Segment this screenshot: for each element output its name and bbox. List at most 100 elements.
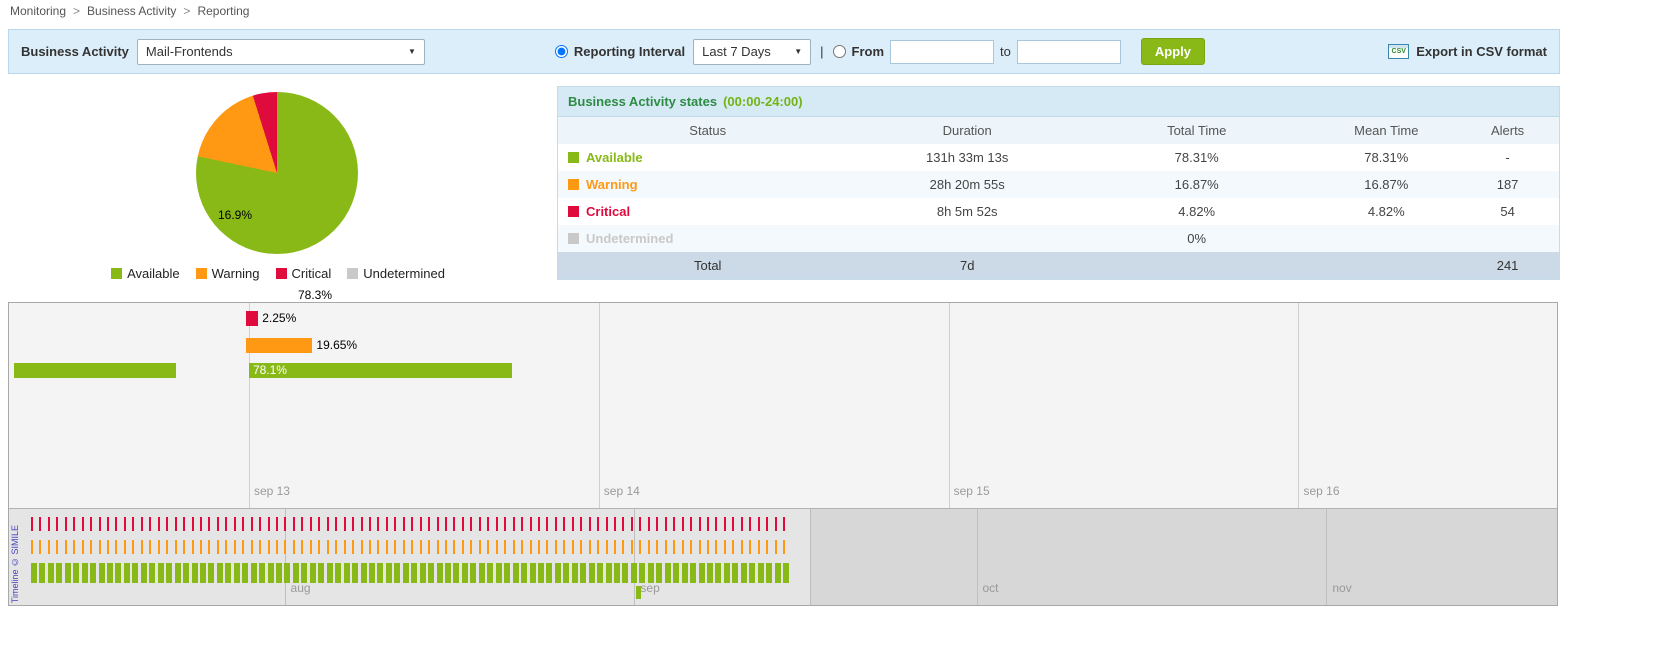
timeline-event-tick-critical [411, 517, 413, 531]
timeline-event-tick-available [166, 563, 172, 583]
custom-range-radio[interactable] [833, 45, 846, 58]
pie-legend: AvailableWarningCriticalUndetermined [8, 266, 548, 281]
timeline-event-tick-warning [513, 540, 515, 554]
apply-button[interactable]: Apply [1141, 38, 1205, 65]
timeline-event-tick-warning [65, 540, 67, 554]
reporting-interval-label: Reporting Interval [574, 44, 685, 59]
timeline-event-tick-warning [318, 540, 320, 554]
col-alerts: Alerts [1456, 117, 1559, 144]
timeline-event-tick-warning [715, 540, 717, 554]
timeline-event-tick-warning [496, 540, 498, 554]
legend-swatch-undetermined [347, 268, 358, 279]
timeline-overview-gridline [1326, 509, 1327, 605]
timeline-month-label: aug [291, 581, 311, 595]
timeline-month-label: oct [983, 581, 999, 595]
timeline-bar-available[interactable] [14, 363, 177, 378]
availability-pie-chart [196, 92, 358, 254]
total-duration: 7d [857, 252, 1077, 279]
breadcrumb-item-business-activity[interactable]: Business Activity [87, 4, 176, 18]
timeline-event-tick-critical [48, 517, 50, 531]
mean-time-cell [1316, 225, 1456, 252]
reporting-interval-radio[interactable] [555, 45, 568, 58]
timeline-event-tick-available [386, 563, 392, 583]
timeline-event-tick-available [318, 563, 324, 583]
timeline-event-tick-available [732, 563, 738, 583]
breadcrumb-item-reporting[interactable]: Reporting [197, 4, 249, 18]
timeline-event-tick-critical [217, 517, 219, 531]
reporting-interval-select[interactable]: Last 7 Days ▼ [693, 39, 811, 65]
status-name: Critical [586, 204, 630, 219]
timeline-event-tick-critical [149, 517, 151, 531]
timeline-event-tick-available [749, 563, 755, 583]
timeline-event-tick-available [301, 563, 307, 583]
timeline-event-tick-available [217, 563, 223, 583]
timeline-event-tick-critical [242, 517, 244, 531]
timeline-event-tick-warning [530, 540, 532, 554]
status-swatch-warning [568, 179, 579, 190]
timeline-event-tick-warning [259, 540, 261, 554]
mean-time-cell: 78.31% [1316, 144, 1456, 171]
timeline-event-tick-critical [259, 517, 261, 531]
timeline-event-tick-warning [563, 540, 565, 554]
timeline-event-tick-critical [73, 517, 75, 531]
breadcrumb-item-monitoring[interactable]: Monitoring [10, 4, 66, 18]
timeline-event-tick-critical [453, 517, 455, 531]
to-date-input[interactable] [1017, 40, 1121, 64]
timeline-event-tick-critical [158, 517, 160, 531]
timeline-event-tick-available [636, 586, 641, 599]
duration-cell: 28h 20m 55s [857, 171, 1077, 198]
timeline-event-tick-warning [48, 540, 50, 554]
timeline-event-tick-available [775, 563, 781, 583]
timeline-bar-label-available: 78.1% [253, 363, 287, 378]
timeline-event-tick-critical [344, 517, 346, 531]
export-csv-link[interactable]: CSV Export in CSV format [1388, 44, 1547, 59]
timeline-event-tick-warning [521, 540, 523, 554]
timeline-event-tick-warning [234, 540, 236, 554]
from-date-input[interactable] [890, 40, 994, 64]
timeline-event-tick-critical [394, 517, 396, 531]
timeline-gridline [1298, 303, 1299, 508]
mean-time-cell: 4.82% [1316, 198, 1456, 225]
timeline-event-tick-critical [107, 517, 109, 531]
timeline-date-label: sep 16 [1303, 484, 1339, 498]
timeline-event-tick-available [208, 563, 214, 583]
status-name: Undetermined [586, 231, 673, 246]
timeline-event-tick-warning [90, 540, 92, 554]
timeline-event-tick-warning [682, 540, 684, 554]
timeline-event-tick-critical [758, 517, 760, 531]
timeline-event-tick-available [369, 563, 375, 583]
timeline-event-tick-critical [386, 517, 388, 531]
timeline-event-tick-critical [741, 517, 743, 531]
timeline-event-tick-warning [377, 540, 379, 554]
timeline-event-tick-critical [352, 517, 354, 531]
timeline-event-tick-critical [141, 517, 143, 531]
duration-cell: 131h 33m 13s [857, 144, 1077, 171]
timeline-event-tick-critical [521, 517, 523, 531]
mean-time-cell: 16.87% [1316, 171, 1456, 198]
legend-item-available: Available [111, 266, 180, 281]
timeline-bar-critical[interactable] [246, 311, 258, 326]
timeline-bar-warning[interactable] [246, 338, 313, 353]
timeline-event-tick-critical [276, 517, 278, 531]
timeline-event-tick-critical [699, 517, 701, 531]
timeline-main-band[interactable]: sep 13sep 14sep 15sep 162.25%19.65%78.1% [9, 303, 1557, 508]
timeline-event-tick-warning [656, 540, 658, 554]
timeline-event-tick-warning [352, 540, 354, 554]
timeline-event-tick-critical [377, 517, 379, 531]
pie-available-label: 78.3% [298, 288, 332, 302]
timeline-bar-available[interactable] [249, 363, 512, 378]
timeline-event-tick-available [530, 563, 536, 583]
timeline-event-tick-warning [766, 540, 768, 554]
timeline-event-tick-critical [504, 517, 506, 531]
timeline-overview-band[interactable]: Timeline © SIMILE augsepoctnov [9, 508, 1557, 605]
timeline-event-tick-warning [166, 540, 168, 554]
timeline-event-tick-warning [99, 540, 101, 554]
timeline-event-tick-warning [335, 540, 337, 554]
timeline-event-tick-available [631, 563, 637, 583]
business-activity-select[interactable]: Mail-Frontends ▼ [137, 39, 425, 65]
timeline-event-tick-warning [327, 540, 329, 554]
timeline-event-tick-critical [538, 517, 540, 531]
legend-label: Warning [212, 266, 260, 281]
timeline-event-tick-critical [530, 517, 532, 531]
timeline-event-tick-warning [572, 540, 574, 554]
